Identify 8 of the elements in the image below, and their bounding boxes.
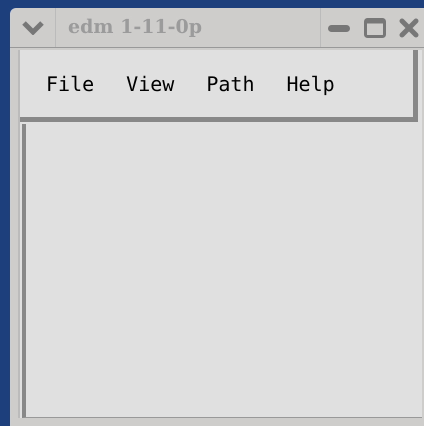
menu-item[interactable]: View [126,68,174,98]
menu-item[interactable]: Help [286,68,335,98]
minimize-icon [328,22,350,32]
chevron-down-icon [22,20,44,34]
maximize-icon [364,18,386,38]
close-icon [399,18,419,38]
menu-item[interactable]: File [46,68,94,98]
menu-item[interactable]: Path [206,68,255,98]
